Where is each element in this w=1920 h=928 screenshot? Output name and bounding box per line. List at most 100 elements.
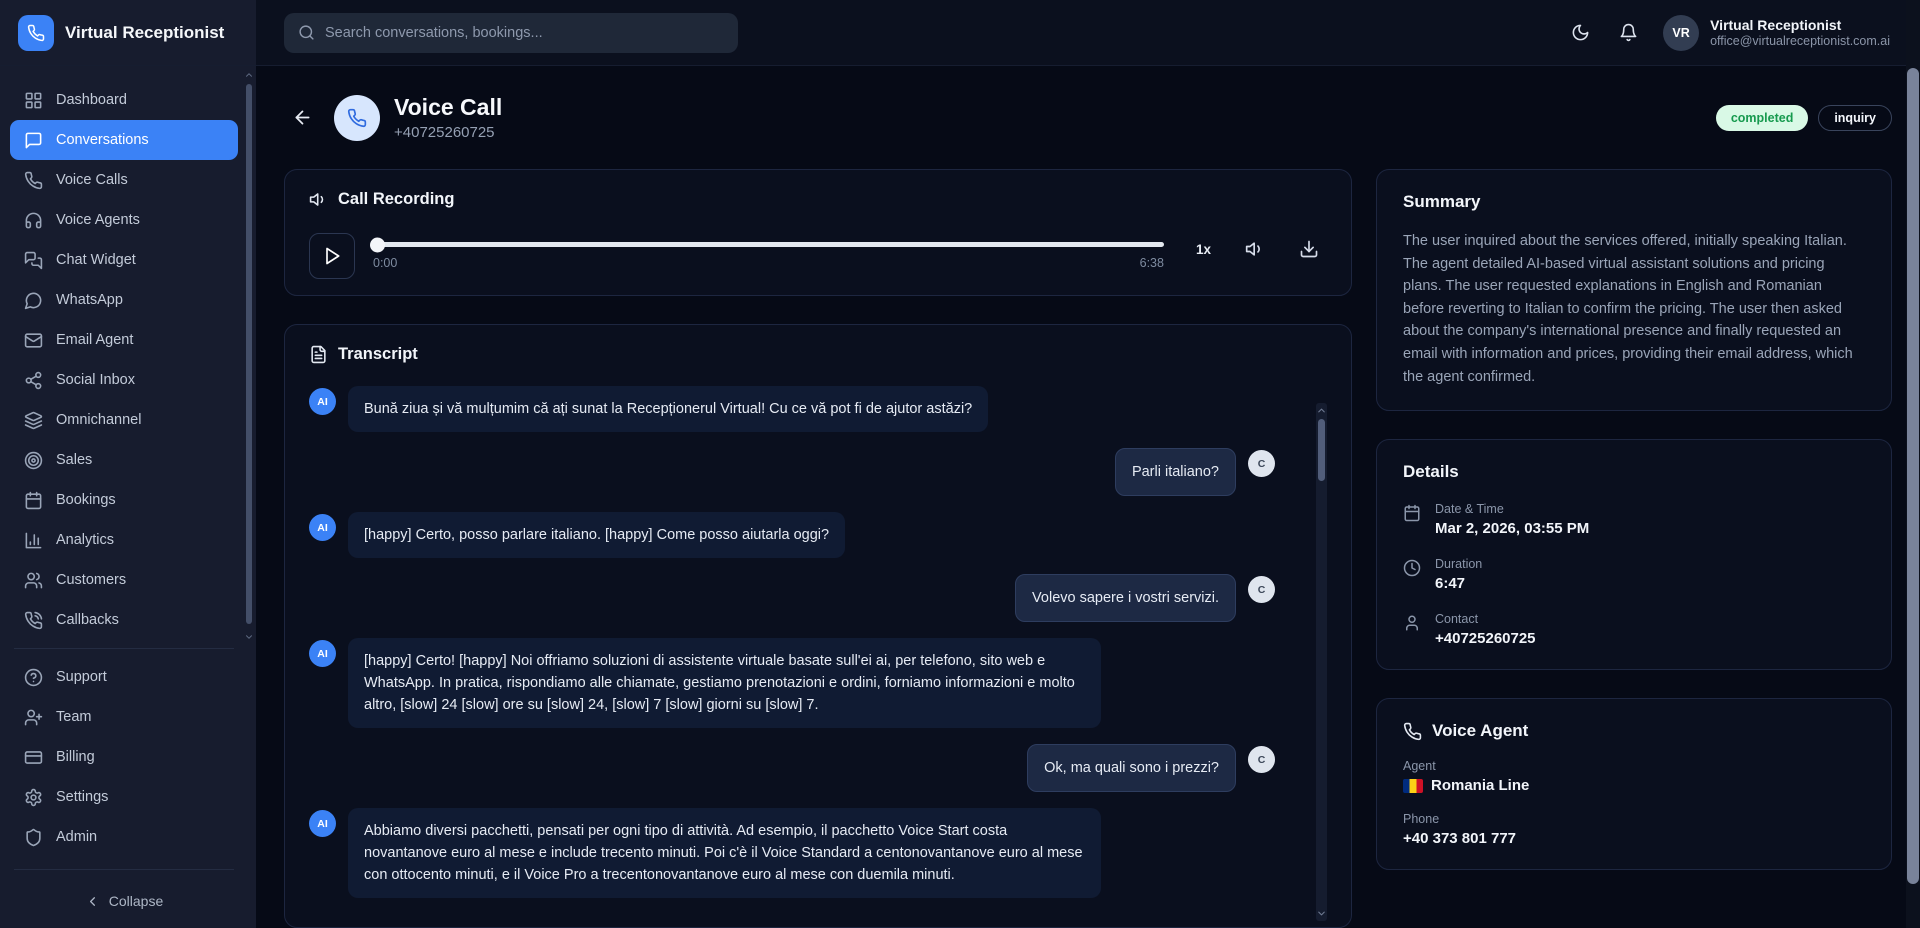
settings-icon bbox=[24, 788, 43, 807]
volume-button[interactable] bbox=[1245, 239, 1265, 259]
transcript-card: Transcript AI Bună ziua și vă mulțumim că… bbox=[284, 324, 1352, 928]
transcript-message-ai: AI[happy] Certo, posso parlare italiano.… bbox=[309, 512, 1275, 558]
sidebar-item-label: Dashboard bbox=[56, 92, 127, 108]
chevron-down-icon[interactable] bbox=[1316, 908, 1327, 919]
ai-avatar: AI bbox=[309, 388, 336, 415]
detail-label: Date & Time bbox=[1435, 502, 1589, 516]
back-button[interactable] bbox=[284, 100, 320, 136]
collapse-label: Collapse bbox=[109, 893, 163, 909]
status-badge-completed: completed bbox=[1716, 105, 1809, 131]
chevron-up-icon[interactable] bbox=[244, 70, 254, 80]
sidebar-item-label: Voice Calls bbox=[56, 172, 128, 188]
scrollbar-thumb[interactable] bbox=[1907, 68, 1919, 884]
theme-toggle-button[interactable] bbox=[1561, 14, 1599, 52]
search-icon bbox=[298, 24, 315, 41]
seek-slider-knob[interactable] bbox=[370, 237, 385, 252]
summary-text: The user inquired about the services off… bbox=[1403, 230, 1865, 388]
transcript-scrollbar[interactable] bbox=[1316, 403, 1327, 921]
sidebar-item-team[interactable]: Team bbox=[10, 697, 238, 737]
message-bubble: Abbiamo diversi pacchetti, pensati per o… bbox=[348, 808, 1101, 898]
sidebar-item-conversations[interactable]: Conversations bbox=[10, 120, 238, 160]
transcript-title: Transcript bbox=[338, 345, 418, 364]
sidebar-item-label: Email Agent bbox=[56, 332, 133, 348]
detail-value: +40725260725 bbox=[1435, 630, 1536, 647]
agent-label: Agent bbox=[1403, 759, 1865, 773]
seek-slider[interactable] bbox=[373, 242, 1164, 247]
details-title: Details bbox=[1403, 462, 1865, 482]
sidebar-nav-main: Dashboard Conversations Voice Calls Voice A… bbox=[10, 80, 238, 640]
chevron-down-icon[interactable] bbox=[244, 632, 254, 642]
voice-agent-card: Voice Agent Agent Romania Line Phone +40… bbox=[1376, 698, 1892, 870]
ai-avatar: AI bbox=[309, 640, 336, 667]
sidebar-item-sales[interactable]: Sales bbox=[10, 440, 238, 480]
sidebar-item-label: Conversations bbox=[56, 132, 149, 148]
message-bubble: Volevo sapere i vostri servizi. bbox=[1015, 574, 1236, 622]
scrollbar-thumb[interactable] bbox=[1318, 419, 1325, 481]
sidebar-scrollbar[interactable] bbox=[244, 68, 254, 648]
sidebar-item-label: Omnichannel bbox=[56, 412, 141, 428]
sidebar-item-settings[interactable]: Settings bbox=[10, 777, 238, 817]
sidebar-item-email-agent[interactable]: Email Agent bbox=[10, 320, 238, 360]
sidebar-item-callbacks[interactable]: Callbacks bbox=[10, 600, 238, 640]
sidebar-nav-secondary: SupportTeamBilling Settings Admin bbox=[10, 657, 238, 857]
sidebar-item-billing[interactable]: Billing bbox=[10, 737, 238, 777]
play-icon bbox=[322, 246, 342, 266]
playback-speed-button[interactable]: 1x bbox=[1196, 242, 1211, 257]
user-name: Virtual Receptionist bbox=[1710, 17, 1890, 35]
sidebar-item-dashboard[interactable]: Dashboard bbox=[10, 80, 238, 120]
phone-icon bbox=[347, 108, 367, 128]
sidebar-item-bookings[interactable]: Bookings bbox=[10, 480, 238, 520]
speaker-icon bbox=[309, 190, 328, 209]
sidebar-item-admin[interactable]: Admin bbox=[10, 817, 238, 857]
voice-agent-title: Voice Agent bbox=[1432, 721, 1528, 741]
sidebar-item-voice-calls[interactable]: Voice Calls bbox=[10, 160, 238, 200]
user-menu[interactable]: VR Virtual Receptionist office@virtualre… bbox=[1663, 15, 1890, 51]
transcript-message-customer: Ok, ma quali sono i prezzi?C bbox=[309, 744, 1275, 792]
sidebar-item-customers[interactable]: Customers bbox=[10, 560, 238, 600]
transcript-message-customer: Volevo sapere i vostri servizi.C bbox=[309, 574, 1275, 622]
sidebar-item-social-inbox[interactable]: Social Inbox bbox=[10, 360, 238, 400]
calendar-icon bbox=[1403, 504, 1421, 537]
sidebar-item-whatsapp[interactable]: WhatsApp bbox=[10, 280, 238, 320]
transcript-message-ai: AIAbbiamo diversi pacchetti, pensati per… bbox=[309, 808, 1275, 898]
app-logo: Virtual Receptionist bbox=[0, 0, 256, 65]
detail-label: Contact bbox=[1435, 612, 1536, 626]
download-button[interactable] bbox=[1299, 239, 1319, 259]
sidebar-item-chat-widget[interactable]: Chat Widget bbox=[10, 240, 238, 280]
notifications-button[interactable] bbox=[1609, 14, 1647, 52]
file-text-icon bbox=[309, 345, 328, 364]
search-input[interactable] bbox=[325, 25, 724, 41]
voice-agents-icon bbox=[24, 211, 43, 230]
current-time: 0:00 bbox=[373, 256, 397, 270]
sidebar-item-support[interactable]: Support bbox=[10, 657, 238, 697]
scrollbar-thumb[interactable] bbox=[246, 84, 252, 624]
admin-icon bbox=[24, 828, 43, 847]
message-bubble: Bună ziua și vă mulțumim că ați sunat la… bbox=[348, 386, 988, 432]
sidebar-item-label: Settings bbox=[56, 789, 108, 805]
chevron-up-icon[interactable] bbox=[1316, 405, 1327, 416]
phone-label: Phone bbox=[1403, 812, 1865, 826]
sales-icon bbox=[24, 451, 43, 470]
sidebar-item-voice-agents[interactable]: Voice Agents bbox=[10, 200, 238, 240]
topbar: Virtual Receptionist VR Virtual Receptio… bbox=[0, 0, 1920, 66]
transcript-message-ai: AI[happy] Certo! [happy] Noi offriamo so… bbox=[309, 638, 1275, 728]
sidebar-item-analytics[interactable]: Analytics bbox=[10, 520, 238, 560]
page-scrollbar[interactable] bbox=[1906, 0, 1920, 928]
search-box[interactable] bbox=[284, 13, 738, 53]
transcript-message-ai: AI Bună ziua și vă mulțumim că ați sunat … bbox=[309, 386, 1275, 432]
sidebar-divider bbox=[14, 648, 234, 649]
brand-name: Virtual Receptionist bbox=[65, 23, 224, 43]
billing-icon bbox=[24, 748, 43, 767]
page-title: Voice Call bbox=[394, 94, 502, 121]
sidebar-item-omnichannel[interactable]: Omnichannel bbox=[10, 400, 238, 440]
play-button[interactable] bbox=[309, 233, 355, 279]
avatar: VR bbox=[1663, 15, 1699, 51]
dashboard-icon bbox=[24, 91, 43, 110]
detail-row: Duration6:47 bbox=[1403, 557, 1865, 592]
voice-calls-icon bbox=[24, 171, 43, 190]
user-email: office@virtualreceptionist.com.ai bbox=[1710, 34, 1890, 48]
analytics-icon bbox=[24, 531, 43, 550]
collapse-sidebar-button[interactable]: Collapse bbox=[10, 878, 238, 924]
sidebar-item-label: Bookings bbox=[56, 492, 116, 508]
message-bubble: [happy] Certo, posso parlare italiano. [… bbox=[348, 512, 845, 558]
